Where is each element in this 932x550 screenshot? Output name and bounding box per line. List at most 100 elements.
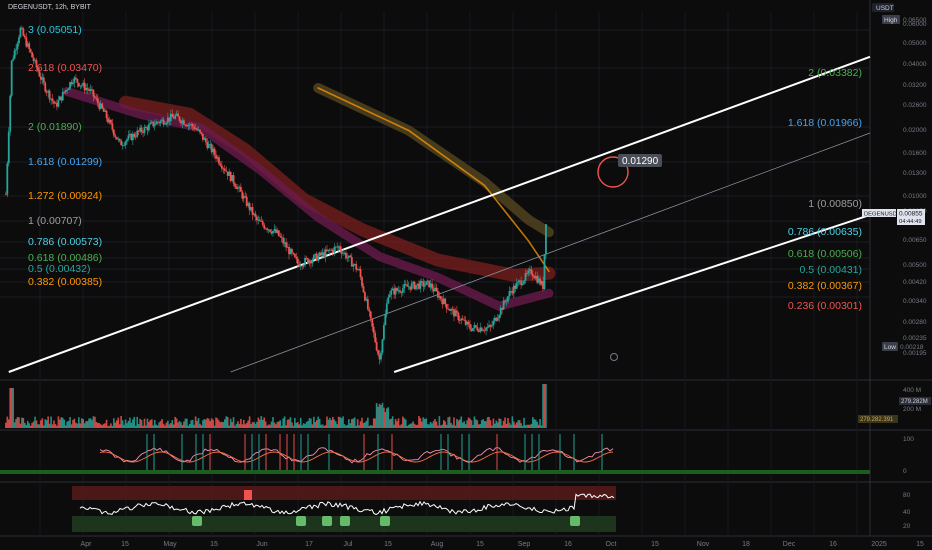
volume-bar xyxy=(148,421,150,428)
candle-body xyxy=(140,127,143,132)
volume-bar xyxy=(429,421,432,428)
volume-bar xyxy=(475,419,477,428)
volume-bar xyxy=(292,425,295,428)
volume-bar xyxy=(289,417,292,428)
candle-body xyxy=(66,89,69,91)
volume-bar xyxy=(272,417,274,428)
osc1-baseline-band xyxy=(0,470,870,474)
candle-body xyxy=(349,255,352,257)
volume-bar xyxy=(207,418,210,428)
volume-bar xyxy=(359,421,362,428)
volume-bar xyxy=(38,424,41,428)
volume-bar xyxy=(499,418,502,428)
candle-body xyxy=(346,257,349,259)
chart-background xyxy=(0,0,932,550)
fib-left-label: 0.786 (0.00573) xyxy=(28,236,102,248)
volume-bar xyxy=(369,425,372,428)
volume-bar xyxy=(329,417,331,428)
volume-bar xyxy=(19,423,22,428)
volume-bar xyxy=(279,420,282,428)
volume-current-value: 279.282M xyxy=(901,399,928,405)
volume-bar xyxy=(476,420,479,428)
volume-bar xyxy=(298,424,301,428)
candle-body xyxy=(48,90,51,100)
volume-bar xyxy=(498,418,501,428)
candle-body xyxy=(133,133,136,137)
fib-left-label: 1 (0.00707) xyxy=(28,215,82,227)
candle-body xyxy=(225,170,228,172)
volume-bar xyxy=(486,417,489,428)
volume-bar xyxy=(362,423,365,428)
candle-body xyxy=(517,281,520,283)
time-axis-label: Apr xyxy=(81,541,93,548)
candle-body xyxy=(302,264,305,267)
candle-body xyxy=(496,318,499,321)
volume-bar xyxy=(240,418,242,428)
candle-body xyxy=(75,77,77,79)
volume-bar xyxy=(419,418,422,428)
volume-bar xyxy=(533,419,536,428)
volume-bar xyxy=(261,419,264,428)
candle-body xyxy=(312,255,315,260)
volume-bar xyxy=(175,418,178,428)
candle-body xyxy=(277,230,280,236)
candle-body xyxy=(527,270,530,274)
volume-bar xyxy=(7,419,10,428)
candle-body xyxy=(381,339,384,353)
chart-canvas[interactable]: 0.01290 3 (0.05051) 2.618 (0.03470) 2 (0.01… xyxy=(0,0,932,550)
volume-bar xyxy=(203,418,206,428)
candle-body xyxy=(545,224,547,255)
volume-bar xyxy=(228,425,230,428)
price-tick-label: 0.00195 xyxy=(903,350,927,357)
volume-bar xyxy=(381,402,384,428)
volume-bar xyxy=(393,424,395,428)
candle-body xyxy=(415,285,417,290)
candle-body xyxy=(333,247,336,253)
volume-bar xyxy=(118,424,121,428)
candle-body xyxy=(258,219,261,222)
volume-bar xyxy=(205,419,207,428)
candle-body xyxy=(375,341,378,351)
volume-bar xyxy=(377,406,379,428)
candle-body xyxy=(114,135,117,138)
volume-bar xyxy=(545,384,547,428)
volume-bar xyxy=(37,424,39,428)
volume-bar xyxy=(508,422,511,428)
volume-bar xyxy=(294,417,296,428)
price-tick-label: 0.00280 xyxy=(903,319,927,326)
volume-bar xyxy=(76,423,79,428)
candle-body xyxy=(112,129,115,136)
candle-body xyxy=(377,350,379,355)
time-axis-label: 15 xyxy=(476,541,484,548)
volume-bar xyxy=(305,421,308,428)
candle-body xyxy=(254,213,257,217)
osc2-buy-marker xyxy=(380,516,390,526)
volume-bar xyxy=(16,417,19,428)
volume-bar xyxy=(172,424,175,428)
candle-body xyxy=(159,120,162,124)
volume-bar xyxy=(501,425,503,428)
candle-body xyxy=(431,283,433,289)
candle-body xyxy=(455,310,458,313)
volume-bar xyxy=(196,420,198,428)
volume-bar xyxy=(526,424,528,428)
volume-bar xyxy=(146,418,149,428)
candle-body xyxy=(51,98,54,102)
volume-bar xyxy=(97,422,99,428)
candle-body xyxy=(174,115,177,119)
volume-bar xyxy=(180,422,182,428)
volume-bar xyxy=(355,425,357,428)
candle-body xyxy=(239,186,242,192)
volume-bar xyxy=(223,419,226,428)
volume-bar xyxy=(333,419,336,428)
volume-bar xyxy=(278,421,280,428)
candle-body xyxy=(251,207,254,215)
fib-right-label: 1.618 (0.01966) xyxy=(788,117,862,129)
candle-body xyxy=(111,123,114,130)
volume-bar xyxy=(184,418,187,428)
candle-body xyxy=(16,43,19,50)
volume-bar xyxy=(402,416,404,428)
candle-body xyxy=(371,318,374,327)
volume-bar xyxy=(504,417,506,428)
fib-left-label: 2 (0.01890) xyxy=(28,121,82,133)
